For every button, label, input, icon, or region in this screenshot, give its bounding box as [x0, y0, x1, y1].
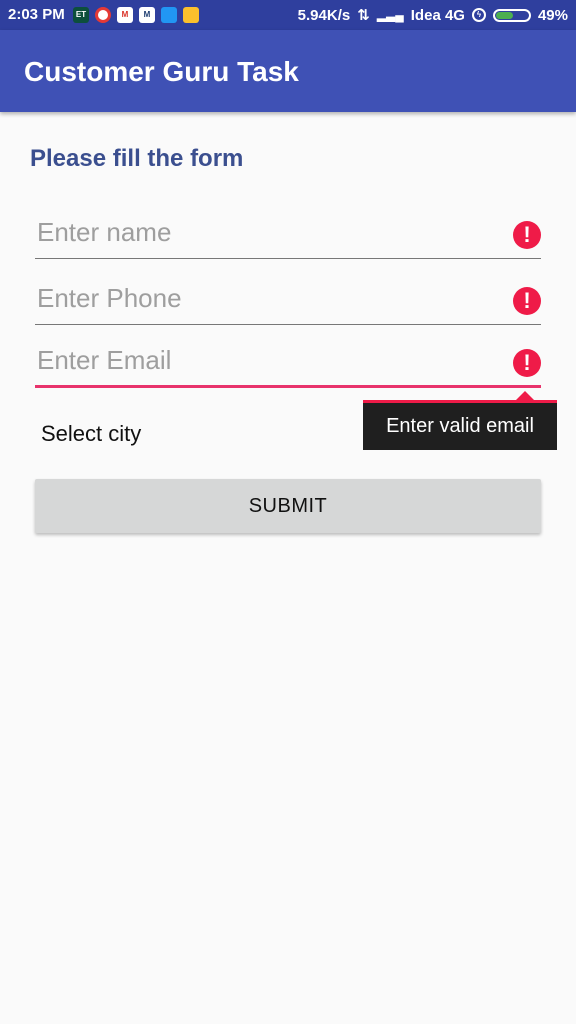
phone-underline	[35, 324, 541, 325]
name-underline	[35, 258, 541, 259]
battery-percent: 49%	[537, 6, 568, 24]
error-icon: !	[513, 349, 541, 377]
city-spinner[interactable]: Select city	[41, 421, 141, 447]
gmail-icon: M	[117, 7, 133, 23]
data-transfer-icon: ⇅	[357, 7, 370, 24]
chrome-icon	[95, 7, 111, 23]
box-app-icon	[161, 7, 177, 23]
app-bar: Customer Guru Task	[0, 30, 576, 112]
phone-input[interactable]	[35, 278, 507, 318]
status-right: 5.94K/s ⇅ ▂▃▄ Idea 4G ϟ 49%	[297, 6, 568, 25]
charging-icon: ϟ	[471, 8, 486, 22]
email-field[interactable]: !	[35, 340, 541, 390]
status-bar: 2:03 PM ET M M 5.94K/s ⇅ ▂▃▄ Idea 4G ϟ 4…	[0, 0, 576, 30]
signal-icon: ▂▃▄	[376, 8, 404, 22]
battery-fill	[495, 11, 513, 19]
keep-icon	[183, 7, 199, 23]
network-speed: 5.94K/s	[297, 6, 351, 24]
tooltip-arrow	[516, 391, 534, 400]
error-icon: !	[513, 221, 541, 249]
name-input[interactable]	[35, 212, 507, 252]
email-input[interactable]	[35, 340, 507, 380]
carrier-label: Idea 4G	[410, 6, 465, 24]
et-icon: ET	[73, 7, 89, 23]
name-field[interactable]: !	[35, 212, 541, 262]
submit-button[interactable]: SUBMIT	[35, 479, 541, 533]
app-title: Customer Guru Task	[24, 56, 299, 87]
mint-icon: M	[139, 7, 155, 23]
email-underline	[35, 385, 541, 388]
notification-icons: ET M M	[73, 7, 199, 23]
error-tooltip: Enter valid email	[363, 400, 557, 450]
form-heading: Please fill the form	[30, 145, 244, 172]
battery-icon	[492, 8, 531, 22]
status-time: 2:03 PM	[8, 6, 65, 23]
phone-field[interactable]: !	[35, 278, 541, 328]
error-icon: !	[513, 287, 541, 315]
